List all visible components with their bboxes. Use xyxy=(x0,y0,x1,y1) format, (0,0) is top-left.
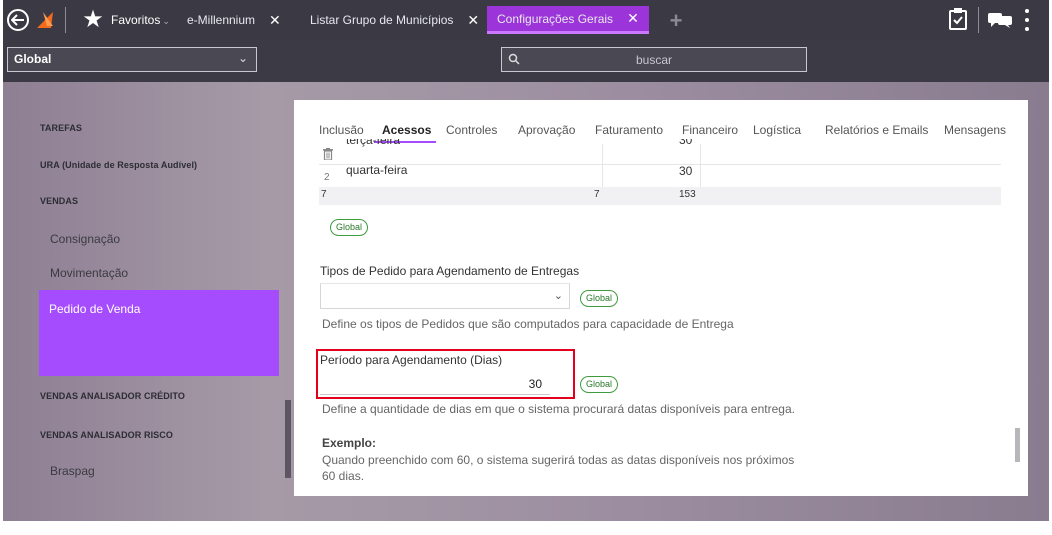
sidebar-scrollbar[interactable] xyxy=(285,400,291,478)
content-area: TAREFAS URA (Unidade de Resposta Audível… xyxy=(3,82,1049,521)
order-types-label: Tipos de Pedido para Agendamento de Entr… xyxy=(320,264,580,278)
global-badge[interactable]: Global xyxy=(330,219,369,236)
search-input[interactable]: buscar xyxy=(501,47,807,72)
chevron-down-icon: ⌄ xyxy=(237,51,248,65)
sidebar-item-vendas-analisador-risco[interactable]: VENDAS ANALISADOR RISCO xyxy=(40,430,173,440)
tab-inclusao[interactable]: Inclusão xyxy=(319,123,364,137)
total-mid: 7 xyxy=(594,189,600,200)
global-badge[interactable]: Global xyxy=(580,290,619,307)
tab-label: Configurações Gerais xyxy=(497,11,614,26)
tab-logistica[interactable]: Logística xyxy=(753,123,801,137)
tab-controles[interactable]: Controles xyxy=(446,123,497,137)
tab-label: Listar Grupo de Municípios xyxy=(310,13,454,27)
close-icon[interactable]: ✕ xyxy=(467,12,479,29)
period-days-input[interactable]: 30 xyxy=(320,373,550,395)
tab-label: e-Millennium xyxy=(187,13,256,27)
search-placeholder: buscar xyxy=(635,53,673,67)
grid-divider xyxy=(700,144,701,187)
chevron-down-icon: ⌄ xyxy=(553,290,563,302)
grid-divider xyxy=(319,164,1001,165)
tab-relatorios-emails[interactable]: Relatórios e Emails xyxy=(825,123,928,137)
close-icon[interactable]: ✕ xyxy=(269,12,281,29)
sidebar-item-consignacao[interactable]: Consignação xyxy=(50,232,120,246)
settings-panel: Inclusão Acessos Controles Aprovação Fat… xyxy=(294,100,1028,496)
total-count: 7 xyxy=(321,189,327,200)
panel-scrollbar[interactable] xyxy=(1015,428,1020,462)
divider xyxy=(65,7,66,33)
sidebar-item-ura[interactable]: URA (Unidade de Resposta Audível) xyxy=(40,160,197,170)
clipboard-check-icon[interactable] xyxy=(948,7,968,31)
example-title: Exemplo: xyxy=(322,436,377,450)
chat-icon[interactable] xyxy=(988,11,1014,29)
tab-configuracoes-gerais[interactable]: Configurações Gerais ✕ xyxy=(487,6,649,34)
tab-e-millennium[interactable]: e-Millennium ✕ xyxy=(187,6,281,34)
app-window: ★ Favoritos ⌄ e-Millennium ✕ Listar Grupo… xyxy=(3,0,1049,521)
tab-mensagens[interactable]: Mensagens xyxy=(944,123,1006,137)
tab-faturamento[interactable]: Faturamento xyxy=(595,123,663,137)
table-cell-value: 30 xyxy=(679,139,693,147)
sidebar-item-label: Pedido de Venda xyxy=(49,302,141,316)
example-text-line2: 60 dias. xyxy=(322,469,365,483)
order-types-select[interactable]: ⌄ xyxy=(320,283,570,309)
divider xyxy=(978,7,979,33)
tab-aprovacao[interactable]: Aprovação xyxy=(518,123,575,137)
sidebar-item-vendas-analisador-credito[interactable]: VENDAS ANALISADOR CRÉDITO xyxy=(40,391,185,401)
row-index: 2 xyxy=(324,172,330,183)
scope-select[interactable]: Global ⌄ xyxy=(7,47,257,72)
logo-icon[interactable] xyxy=(33,8,57,32)
star-icon[interactable]: ★ xyxy=(81,6,105,33)
tab-acessos[interactable]: Acessos xyxy=(382,123,431,137)
sidebar-item-tarefas[interactable]: TAREFAS xyxy=(40,123,82,133)
table-cell-value: 30 xyxy=(679,164,693,178)
sidebar-item-movimentacao[interactable]: Movimentação xyxy=(50,266,128,280)
sidebar-item-pedido-de-venda[interactable]: Pedido de Venda xyxy=(39,290,279,376)
table-total-row: 7 7 153 xyxy=(319,187,1001,205)
order-types-description: Define os tipos de Pedidos que são compu… xyxy=(322,317,734,331)
sidebar: TAREFAS URA (Unidade de Resposta Audível… xyxy=(24,100,292,496)
sidebar-item-braspag[interactable]: Braspag xyxy=(50,464,95,478)
tab-financeiro[interactable]: Financeiro xyxy=(682,123,738,137)
grid-divider xyxy=(602,144,603,187)
more-options-icon[interactable] xyxy=(1023,9,1031,31)
scope-value: Global xyxy=(14,52,52,66)
total-sum: 153 xyxy=(679,189,696,200)
global-badge[interactable]: Global xyxy=(580,376,619,393)
favorites-menu[interactable]: Favoritos ⌄ xyxy=(111,13,170,27)
example-text-line1: Quando preenchido com 60, o sistema suge… xyxy=(322,453,795,467)
table-cell-day: quarta-feira xyxy=(346,163,408,177)
top-bar: ★ Favoritos ⌄ e-Millennium ✕ Listar Grupo… xyxy=(3,0,1049,40)
tab-listar-grupo-municipios[interactable]: Listar Grupo de Municípios ✕ xyxy=(310,6,479,34)
table-cell-day: terça-feira xyxy=(346,139,401,147)
sidebar-item-vendas[interactable]: VENDAS xyxy=(40,196,78,206)
chevron-down-icon: ⌄ xyxy=(162,16,170,26)
period-label: Período para Agendamento (Dias) xyxy=(320,353,503,367)
trash-icon[interactable] xyxy=(323,148,333,160)
add-tab-icon[interactable]: + xyxy=(667,8,685,33)
close-icon[interactable]: ✕ xyxy=(627,10,639,27)
back-icon[interactable] xyxy=(7,9,29,31)
period-description: Define a quantidade de dias em que o sis… xyxy=(322,402,795,416)
